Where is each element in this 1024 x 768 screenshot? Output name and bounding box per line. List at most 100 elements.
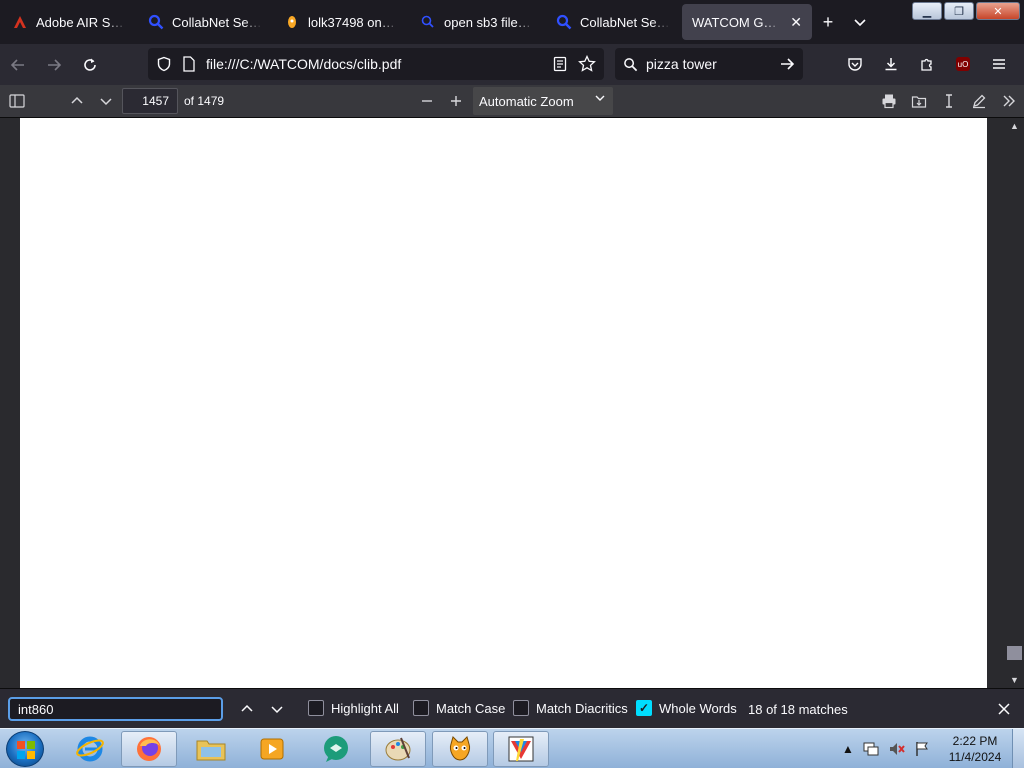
find-next-button[interactable] — [265, 697, 289, 721]
taskbar-file-explorer[interactable] — [183, 731, 239, 767]
chat-bubble-icon — [324, 736, 348, 762]
double-chevron-right-icon — [1003, 95, 1015, 107]
reader-view-icon[interactable] — [552, 56, 568, 72]
whole-words-checkbox[interactable]: ✓ — [636, 700, 652, 716]
close-icon — [998, 703, 1010, 715]
search-query[interactable]: pizza tower — [646, 56, 771, 72]
hamburger-menu-icon — [993, 59, 1005, 69]
option-label: Whole Words — [659, 700, 737, 716]
highlight-all-checkbox[interactable] — [308, 700, 324, 716]
system-tray: ▲ — [842, 729, 930, 768]
text-cursor-icon — [946, 94, 952, 108]
zoom-in-button[interactable] — [441, 87, 471, 115]
zoom-select[interactable]: Automatic Zoom — [473, 87, 613, 115]
tools-menu-button[interactable] — [994, 87, 1024, 115]
plus-icon — [451, 96, 461, 106]
sidebar-toggle-button[interactable] — [2, 87, 32, 115]
close-find-bar-button[interactable] — [992, 697, 1016, 721]
close-tab-icon[interactable]: ✕ — [790, 14, 802, 31]
taskbar-scratch[interactable] — [432, 731, 488, 767]
text-tool-button[interactable] — [934, 87, 964, 115]
clock-time: 2:22 PM — [952, 734, 998, 748]
chevron-down-icon — [100, 98, 112, 106]
taskbar-chat-app[interactable] — [308, 731, 364, 767]
downloads-button[interactable] — [874, 48, 908, 80]
show-hidden-icons-button[interactable]: ▲ — [842, 742, 854, 756]
tab-watcom-gml[interactable]: WATCOM GML - c ✕ — [682, 4, 812, 40]
reload-icon — [84, 58, 96, 71]
zoom-out-button[interactable] — [412, 87, 442, 115]
reload-button[interactable] — [72, 49, 108, 81]
start-button[interactable] — [6, 731, 44, 767]
vertical-scrollbar[interactable]: ▲ ▼ — [1005, 118, 1024, 688]
option-label: Match Case — [436, 700, 506, 716]
page-number-input[interactable]: 1457 — [122, 88, 178, 114]
action-center-flag-icon[interactable] — [914, 741, 930, 757]
navigation-toolbar: file:///C:/WATCOM/docs/clib.pdf pizza to… — [0, 44, 1024, 85]
toolbar-extras: uO — [838, 48, 1016, 80]
volume-muted-icon[interactable] — [888, 741, 906, 757]
forward-button[interactable] — [36, 49, 72, 81]
url-text[interactable]: file:///C:/WATCOM/docs/clib.pdf — [206, 56, 542, 72]
maximize-button[interactable]: ❐ — [944, 2, 974, 20]
scroll-down-arrow[interactable]: ▼ — [1005, 672, 1024, 688]
pocket-button[interactable] — [838, 48, 872, 80]
shield-icon[interactable] — [156, 56, 172, 72]
tab-label: open sb3 file - Se — [444, 14, 534, 30]
tab-label: lolk37498 on Scra — [308, 14, 398, 30]
window-controls: ▁ ❐ ✕ — [912, 2, 1020, 20]
back-button[interactable] — [0, 49, 36, 81]
tab-scratch[interactable]: lolk37498 on Scra — [274, 4, 408, 40]
highlight-all-option[interactable]: Highlight All — [308, 700, 399, 716]
previous-page-button[interactable] — [62, 87, 92, 115]
tab-open-sb3[interactable]: open sb3 file - Se — [410, 4, 544, 40]
match-count: 18 of 18 matches — [748, 702, 848, 717]
next-page-button[interactable] — [91, 87, 121, 115]
close-window-button[interactable]: ✕ — [976, 2, 1020, 20]
match-case-checkbox[interactable] — [413, 700, 429, 716]
tab-collabnet-searx-2[interactable]: CollabNet SearX — [546, 4, 680, 40]
pdf-viewer[interactable]: ▲ ▼ — [0, 118, 1024, 688]
minimize-button[interactable]: ▁ — [912, 2, 942, 20]
browser-window: Adobe AIR SDK f CollabNet SearX lolk3749… — [0, 0, 1024, 768]
scroll-up-arrow[interactable]: ▲ — [1005, 118, 1024, 134]
taskbar-media-player[interactable] — [244, 731, 300, 767]
ublock-button[interactable]: uO — [946, 48, 980, 80]
app-menu-button[interactable] — [982, 48, 1016, 80]
print-button[interactable] — [874, 87, 904, 115]
search-bar[interactable]: pizza tower — [615, 48, 803, 80]
chevron-down-icon — [271, 706, 283, 714]
match-diacritics-option[interactable]: Match Diacritics — [513, 700, 628, 716]
arrow-right-icon[interactable] — [779, 56, 795, 72]
match-diacritics-checkbox[interactable] — [513, 700, 529, 716]
taskbar-clock[interactable]: 2:22 PM 11/4/2024 — [940, 733, 1010, 765]
list-all-tabs-button[interactable] — [844, 6, 876, 38]
match-case-option[interactable]: Match Case — [413, 700, 505, 716]
whole-words-option[interactable]: ✓ Whole Words — [636, 700, 737, 716]
taskbar-paint[interactable] — [370, 731, 426, 767]
new-tab-button[interactable]: + — [812, 6, 844, 38]
search-icon — [420, 14, 436, 30]
bookmark-star-icon[interactable] — [578, 55, 596, 73]
sidebar-icon — [9, 94, 25, 108]
ublock-origin-icon: uO — [956, 57, 970, 71]
chevron-down-icon — [854, 19, 866, 27]
search-icon — [624, 57, 638, 71]
taskbar-watcom-ide[interactable] — [493, 731, 549, 767]
taskbar-internet-explorer[interactable] — [62, 731, 118, 767]
arrow-left-icon — [10, 58, 24, 71]
find-input[interactable]: int860 — [8, 697, 223, 721]
tab-adobe-air[interactable]: Adobe AIR SDK f — [2, 4, 136, 40]
network-icon[interactable] — [862, 741, 880, 757]
find-previous-button[interactable] — [235, 697, 259, 721]
taskbar-firefox[interactable] — [121, 731, 177, 767]
save-button[interactable] — [904, 87, 934, 115]
scrollbar-thumb[interactable] — [1007, 646, 1022, 660]
extensions-button[interactable] — [910, 48, 944, 80]
url-bar[interactable]: file:///C:/WATCOM/docs/clib.pdf — [148, 48, 604, 80]
tab-collabnet-searx-1[interactable]: CollabNet SearX — [138, 4, 272, 40]
draw-tool-button[interactable] — [964, 87, 994, 115]
pdf-page[interactable] — [20, 118, 987, 688]
pocket-icon — [848, 58, 862, 71]
show-desktop-button[interactable] — [1012, 729, 1024, 768]
